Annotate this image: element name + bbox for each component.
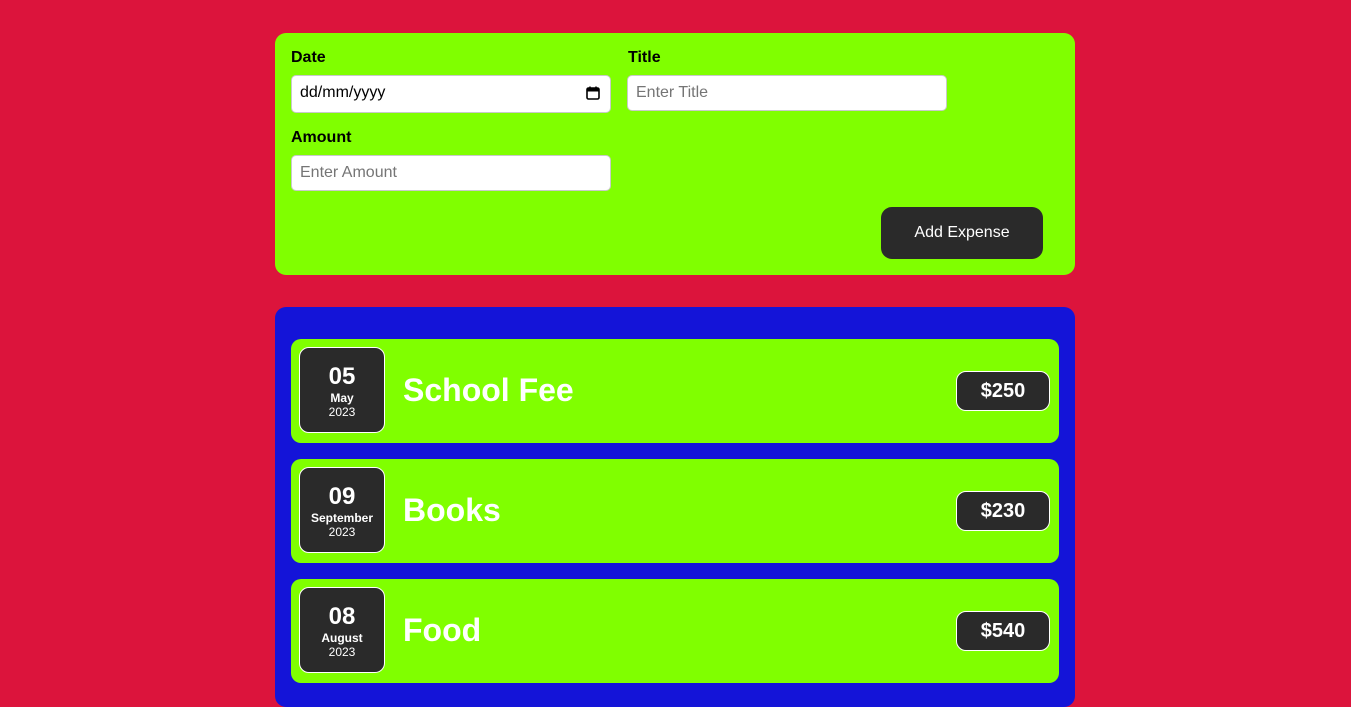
date-input[interactable]: dd/mm/yyyy [291, 75, 611, 113]
expense-item[interactable]: 05 May 2023 School Fee $250 [291, 339, 1059, 443]
expense-amount: $230 [956, 491, 1050, 531]
expense-month: May [330, 391, 354, 405]
expense-title: Food [403, 612, 482, 648]
expense-year: 2023 [328, 525, 356, 539]
amount-label: Amount [291, 129, 352, 146]
expense-amount: $250 [956, 371, 1050, 411]
expense-title: Books [403, 492, 501, 528]
expense-day: 09 [328, 483, 356, 510]
expense-item[interactable]: 08 August 2023 Food $540 [291, 579, 1059, 683]
expense-date: 09 September 2023 [299, 467, 385, 553]
expense-date: 05 May 2023 [299, 347, 385, 433]
expense-date: 08 August 2023 [299, 587, 385, 673]
expense-list: 05 May 2023 School Fee $250 09 September… [275, 307, 1075, 707]
expense-year: 2023 [328, 645, 356, 659]
calendar-icon[interactable] [586, 86, 600, 100]
title-input[interactable]: Enter Title [627, 75, 947, 111]
add-expense-button[interactable]: Add Expense [881, 207, 1043, 259]
expense-year: 2023 [328, 405, 356, 419]
expense-form: Date dd/mm/yyyy Title Enter Title Amount… [275, 33, 1075, 275]
expense-month: September [310, 511, 374, 525]
date-input-value: dd/mm/yyyy [300, 84, 386, 101]
expense-day: 08 [328, 603, 356, 630]
date-label: Date [291, 49, 326, 66]
title-input-placeholder: Enter Title [636, 84, 709, 101]
title-label: Title [628, 49, 661, 66]
expense-day: 05 [328, 363, 356, 390]
amount-input-placeholder: Enter Amount [300, 164, 397, 181]
expense-amount: $540 [956, 611, 1050, 651]
amount-input[interactable]: Enter Amount [291, 155, 611, 191]
expense-item[interactable]: 09 September 2023 Books $230 [291, 459, 1059, 563]
expense-title: School Fee [403, 372, 574, 408]
